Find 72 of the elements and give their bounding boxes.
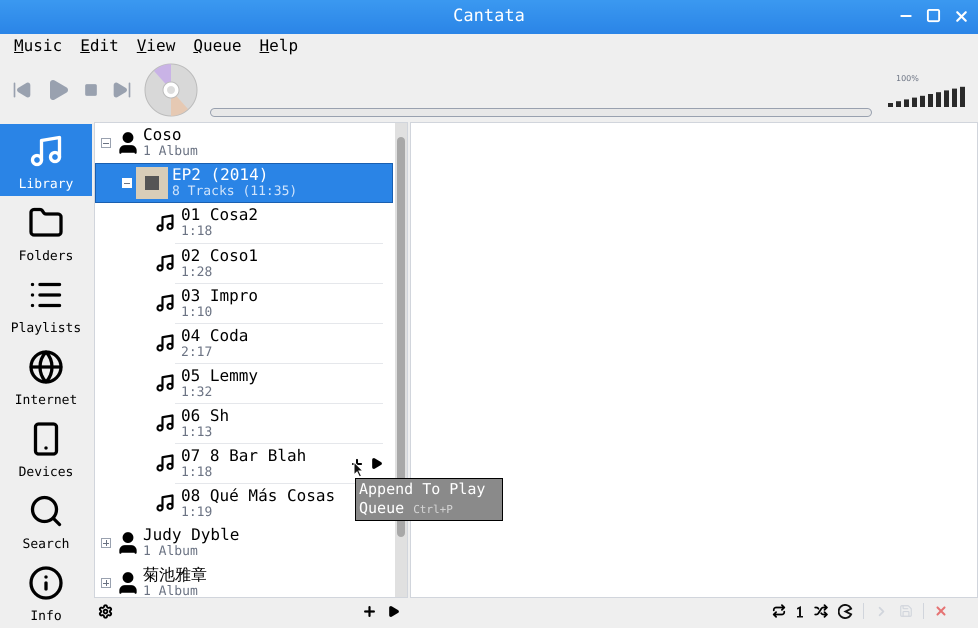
settings-icon[interactable] <box>98 604 113 618</box>
track-title: 03 Impro <box>181 286 258 304</box>
music-note-icon <box>155 373 175 393</box>
consume-icon[interactable] <box>838 604 853 618</box>
music-note-icon <box>155 213 175 233</box>
album-cover <box>136 167 168 199</box>
globe-icon <box>28 348 64 384</box>
sidebar-tab[interactable]: Info <box>0 556 92 628</box>
music-note-icon <box>155 293 175 313</box>
disc-icon <box>144 63 198 117</box>
play-icon[interactable] <box>370 457 383 470</box>
clear-icon[interactable] <box>934 604 948 618</box>
album-count: 1 Album <box>143 143 198 160</box>
position-slider[interactable] <box>210 108 872 116</box>
track-title: 08 Qué Más Cosas <box>181 486 336 504</box>
shuffle-icon[interactable] <box>814 604 828 618</box>
track-title: 01 Cosa2 <box>181 206 258 223</box>
repeat-icon[interactable] <box>772 604 786 618</box>
track-duration: 2:17 <box>181 344 214 360</box>
artist-row[interactable]: 菊池雅章 1 Album <box>95 563 393 597</box>
volume-reading: 100% <box>896 73 919 85</box>
track-title: 06 Sh <box>181 406 230 424</box>
track-title: 04 Coda <box>181 326 248 344</box>
window-title: Cantata <box>453 5 525 28</box>
menu-item[interactable]: Edit <box>80 34 119 58</box>
track-title: 05 Lemmy <box>181 366 258 384</box>
track-title: 02 Coso1 <box>181 246 258 264</box>
maximize-icon[interactable] <box>926 8 941 23</box>
track-duration: 1:18 <box>181 464 214 480</box>
volume-meter[interactable] <box>888 85 966 107</box>
add-icon[interactable] <box>362 604 377 618</box>
info-icon <box>28 564 64 600</box>
track-duration: 1:18 <box>181 223 214 240</box>
sidebar-tab[interactable]: Folders <box>0 196 92 268</box>
sidebar-tab[interactable]: Library <box>0 124 92 196</box>
sidebar-tab[interactable]: Internet <box>0 340 92 412</box>
collapse-toggle[interactable] <box>101 138 111 148</box>
sidebar-tab[interactable]: Devices <box>0 412 92 484</box>
sidebar-tab[interactable]: Playlists <box>0 268 92 340</box>
track-duration: 1:32 <box>181 384 214 400</box>
album-row[interactable]: EP2 (2014) 8 Tracks (11:35) <box>95 163 393 203</box>
menu-item[interactable]: Help <box>260 34 298 58</box>
track-duration: 1:28 <box>181 264 214 280</box>
track-duration: 1:13 <box>181 424 214 440</box>
mouse-cursor-icon <box>353 461 364 478</box>
menu-item[interactable]: Queue <box>193 34 242 58</box>
expand-toggle[interactable] <box>101 578 111 588</box>
album-info: 8 Tracks (11:35) <box>172 183 298 200</box>
menu-item[interactable]: View <box>136 34 176 58</box>
play-icon[interactable] <box>387 604 400 618</box>
track-duration: 1:19 <box>181 504 214 520</box>
artist-row[interactable]: Coso 1 Album <box>95 123 393 163</box>
menu-item[interactable]: Music <box>14 34 62 58</box>
music-note-icon <box>155 413 175 433</box>
track-duration: 1:10 <box>181 304 214 320</box>
track-title: 07 8 Bar Blah <box>181 446 306 464</box>
sidebar-tab[interactable]: Search <box>0 484 92 556</box>
tooltip: Append To Play Queue Ctrl+P <box>355 478 503 521</box>
single-icon[interactable] <box>796 604 804 618</box>
music-note-icon <box>155 453 175 473</box>
music-note-icon <box>155 253 175 273</box>
close-icon[interactable] <box>953 8 970 25</box>
album-count: 1 Album <box>143 544 199 560</box>
music-note-icon <box>155 493 175 513</box>
album-title: EP2 (2014) <box>172 166 270 183</box>
artist-row[interactable]: Judy Dyble 1 Album <box>95 523 393 563</box>
album-count: 1 Album <box>143 583 199 597</box>
music-note-icon <box>155 333 175 353</box>
artist-name: Judy Dyble <box>143 526 240 543</box>
artist-name: Coso <box>143 126 183 143</box>
artist-name: 菊池雅章 <box>143 566 207 583</box>
expand-toggle[interactable] <box>101 538 111 548</box>
